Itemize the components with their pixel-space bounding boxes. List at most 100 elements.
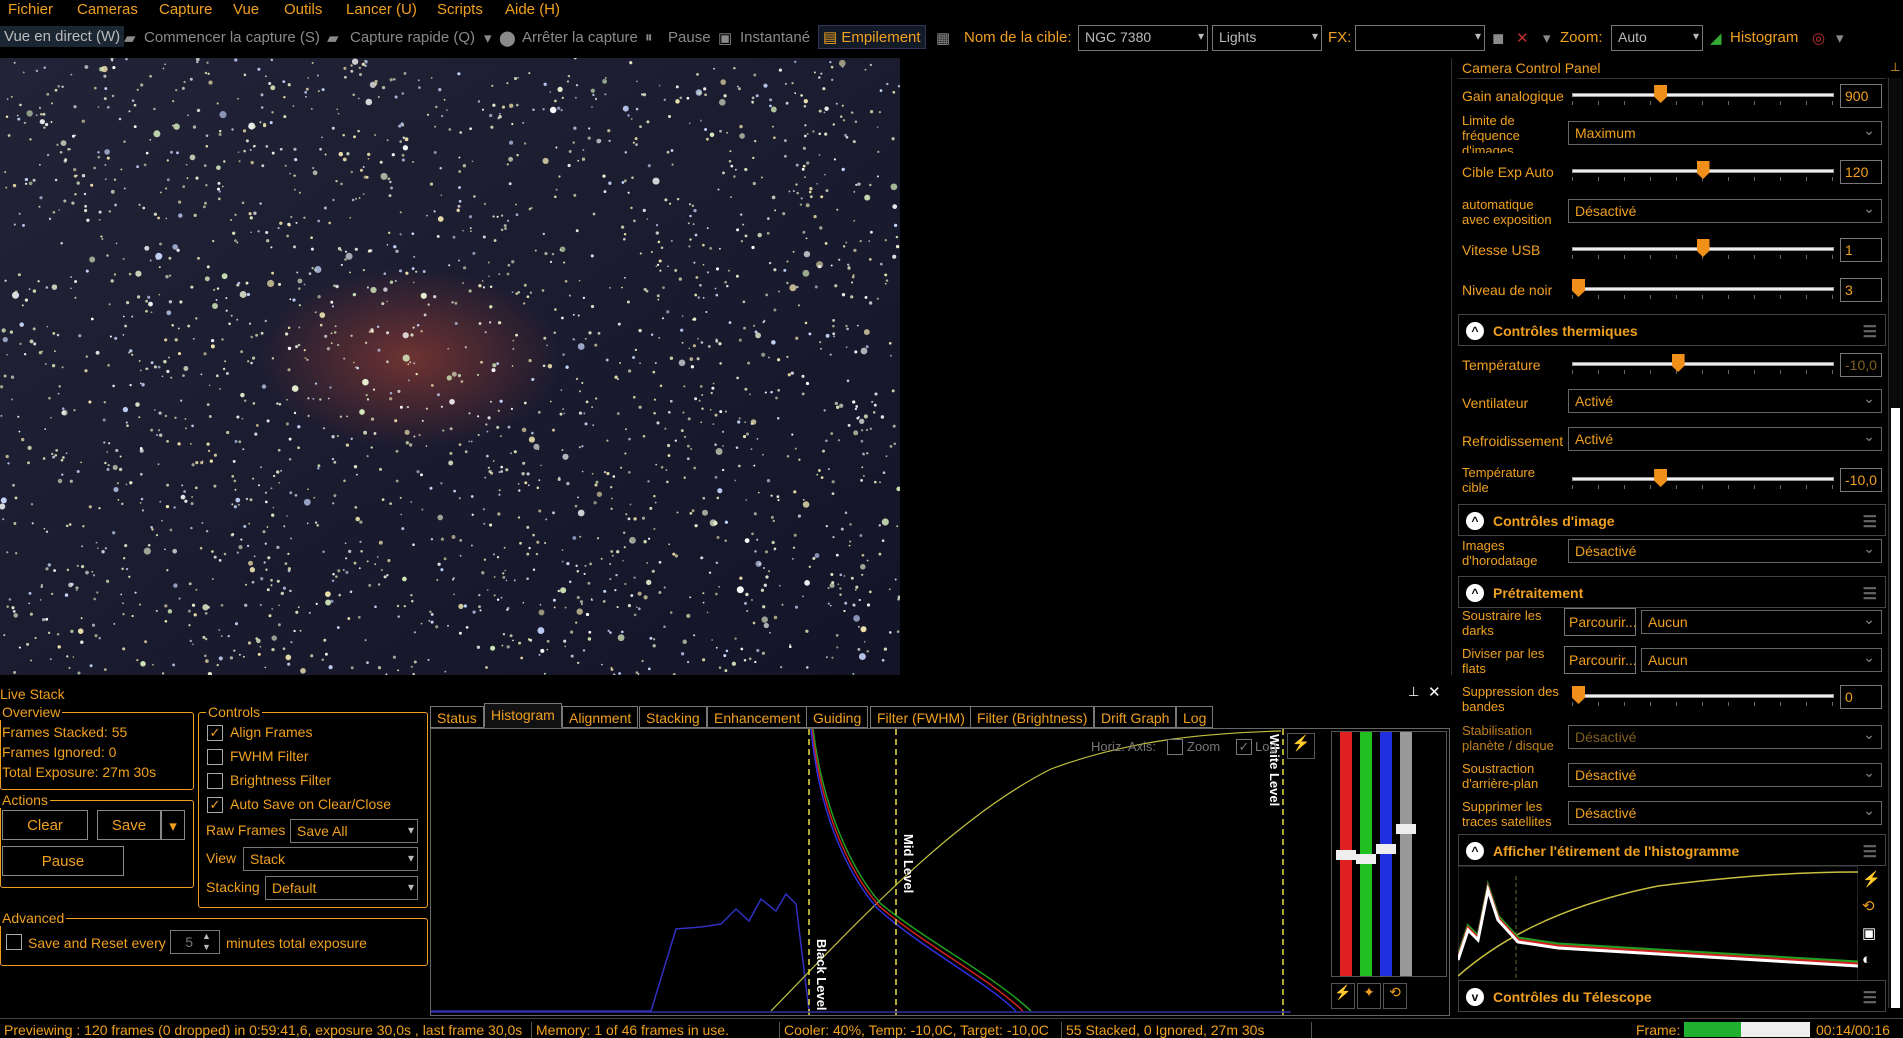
- image-section-header[interactable]: ^ Contrôles d'image ☰: [1458, 504, 1886, 536]
- chevron-up-icon[interactable]: ^: [1466, 842, 1484, 860]
- save-reset-checkbox[interactable]: [6, 934, 22, 950]
- preproc-section-header[interactable]: ^ Prétraitement ☰: [1458, 576, 1886, 608]
- scrollbar-thumb[interactable]: [1891, 408, 1900, 1008]
- target-temp-value[interactable]: -10,0: [1840, 468, 1882, 492]
- target-name-input[interactable]: NGC 7380: [1078, 25, 1208, 51]
- menu-icon[interactable]: ☰: [1863, 988, 1877, 1008]
- menu-fichier[interactable]: Fichier: [8, 1, 53, 18]
- tab-enhancement[interactable]: Enhancement: [707, 706, 808, 728]
- cooling-select[interactable]: Activé: [1568, 427, 1882, 451]
- fwhm-checkbox[interactable]: [207, 749, 223, 765]
- flats-select[interactable]: Aucun: [1641, 648, 1882, 672]
- save-button[interactable]: Save: [97, 810, 161, 840]
- live-view-button[interactable]: Vue en direct (W): [0, 26, 125, 47]
- temperature-slider[interactable]: [1572, 354, 1834, 374]
- flats-browse-button[interactable]: Parcourir...: [1564, 646, 1637, 674]
- zoom-checkbox[interactable]: [1167, 739, 1183, 755]
- chevron-up-icon[interactable]: ^: [1466, 512, 1484, 530]
- stack-histogram[interactable]: Black Level Mid Level White Level Horiz.…: [430, 728, 1450, 1016]
- tab-stacking[interactable]: Stacking: [639, 706, 707, 728]
- autoexp-value[interactable]: 120: [1840, 160, 1882, 184]
- darks-select[interactable]: Aucun: [1641, 610, 1882, 634]
- histogram-button[interactable]: Histogram: [1730, 29, 1798, 46]
- autoexposure-select[interactable]: Désactivé: [1568, 199, 1882, 223]
- stretch-section-header[interactable]: ^ Afficher l'étirement de l'histogramme ☰: [1458, 834, 1886, 866]
- stacking-select[interactable]: Default: [265, 876, 418, 900]
- reset-icon[interactable]: ⟲: [1383, 983, 1407, 1009]
- green-slider-thumb[interactable]: [1356, 854, 1376, 864]
- chevron-down-icon[interactable]: ▾: [1543, 29, 1551, 47]
- timestamp-select[interactable]: Désactivé: [1568, 539, 1882, 563]
- auto-stretch-icon[interactable]: ⚡: [1862, 870, 1884, 897]
- black-level-value[interactable]: 3: [1840, 278, 1882, 302]
- target-temp-slider[interactable]: [1572, 469, 1834, 489]
- menu-vue[interactable]: Vue: [233, 1, 259, 18]
- tab-status[interactable]: Status: [430, 706, 484, 728]
- quick-capture-button[interactable]: Capture rapide (Q): [350, 29, 475, 46]
- thermal-section-header[interactable]: ^ Contrôles thermiques ☰: [1458, 314, 1886, 346]
- tab-filter-fwhm[interactable]: Filter (FWHM): [870, 706, 972, 728]
- chevron-down-icon[interactable]: ▾: [1836, 29, 1844, 47]
- target-icon[interactable]: ◎: [1812, 29, 1825, 47]
- autoexp-slider[interactable]: [1572, 161, 1834, 181]
- chevron-down-icon[interactable]: ▾: [161, 810, 185, 840]
- telescope-section-header[interactable]: v Contrôles du Télescope ☰: [1458, 980, 1886, 1012]
- stop-capture-button[interactable]: Arrêter la capture: [522, 29, 638, 46]
- darks-browse-button[interactable]: Parcourir...: [1564, 608, 1637, 636]
- menu-icon[interactable]: ☰: [1863, 322, 1877, 342]
- blue-slider-thumb[interactable]: [1376, 844, 1396, 854]
- view-select[interactable]: Stack: [243, 847, 418, 871]
- start-capture-button[interactable]: Commencer la capture (S): [144, 29, 320, 46]
- clear-button[interactable]: Clear: [2, 810, 88, 840]
- menu-capture[interactable]: Capture: [159, 1, 212, 18]
- brightness-checkbox[interactable]: [207, 773, 223, 789]
- snapshot-button[interactable]: Instantané: [740, 29, 810, 46]
- menu-aide[interactable]: Aide (H): [505, 1, 560, 18]
- reset-icon[interactable]: ⟲: [1862, 897, 1884, 924]
- black-level-slider[interactable]: [1572, 279, 1834, 299]
- usb-value[interactable]: 1: [1840, 238, 1882, 262]
- star-icon[interactable]: ✦: [1357, 983, 1381, 1009]
- menu-icon[interactable]: ☰: [1863, 512, 1877, 532]
- tab-log[interactable]: Log: [1176, 706, 1214, 728]
- red-slider-thumb[interactable]: [1336, 850, 1356, 860]
- stepper-icon[interactable]: ▲ ▼: [202, 931, 211, 953]
- bgsub-select[interactable]: Désactivé: [1568, 763, 1882, 787]
- save-reset-input[interactable]: 5: [170, 930, 220, 954]
- frame-type-select[interactable]: Lights: [1212, 25, 1322, 51]
- autosave-checkbox[interactable]: ✓: [207, 797, 223, 813]
- fan-select[interactable]: Activé: [1568, 389, 1882, 413]
- banding-slider[interactable]: [1572, 686, 1834, 706]
- menu-icon[interactable]: ☰: [1863, 842, 1877, 862]
- framerate-select[interactable]: Maximum: [1568, 121, 1882, 145]
- gain-slider[interactable]: [1572, 85, 1834, 105]
- save-icon[interactable]: ▣: [1862, 924, 1884, 951]
- gain-value[interactable]: 900: [1840, 84, 1882, 108]
- tab-guiding[interactable]: Guiding: [806, 706, 869, 728]
- menu-outils[interactable]: Outils: [284, 1, 322, 18]
- crosshair-icon[interactable]: ✕: [1516, 29, 1529, 47]
- align-checkbox[interactable]: ✓: [207, 725, 223, 741]
- panel-scrollbar[interactable]: [1888, 78, 1902, 1008]
- tab-histogram[interactable]: Histogram: [484, 703, 562, 728]
- menu-cameras[interactable]: Cameras: [77, 1, 138, 18]
- image-viewer[interactable]: [0, 58, 1452, 675]
- menu-icon[interactable]: ☰: [1863, 584, 1877, 604]
- pin-icon[interactable]: ⊥: [1890, 60, 1900, 74]
- pin-icon[interactable]: ⊥: [1408, 684, 1419, 700]
- fx-select[interactable]: [1355, 25, 1485, 51]
- pause-button[interactable]: Pause: [2, 846, 124, 876]
- tab-alignment[interactable]: Alignment: [562, 706, 639, 728]
- chevron-up-icon[interactable]: ^: [1466, 322, 1484, 340]
- chevron-down-icon[interactable]: v: [1466, 988, 1484, 1006]
- stacking-button[interactable]: ▤ Empilement: [818, 25, 926, 49]
- luminance-slider-thumb[interactable]: [1396, 824, 1416, 834]
- close-icon[interactable]: ✕: [1428, 683, 1441, 701]
- chevron-up-icon[interactable]: ^: [1466, 584, 1484, 602]
- tab-drift-graph[interactable]: Drift Graph: [1094, 706, 1177, 728]
- tab-filter-brightness[interactable]: Filter (Brightness): [970, 706, 1095, 728]
- banding-value[interactable]: 0: [1840, 685, 1882, 709]
- auto-stretch-icon[interactable]: ⚡: [1287, 733, 1315, 759]
- contrast-icon[interactable]: ◐: [1862, 951, 1884, 978]
- lightning-icon[interactable]: ⚡: [1331, 983, 1355, 1009]
